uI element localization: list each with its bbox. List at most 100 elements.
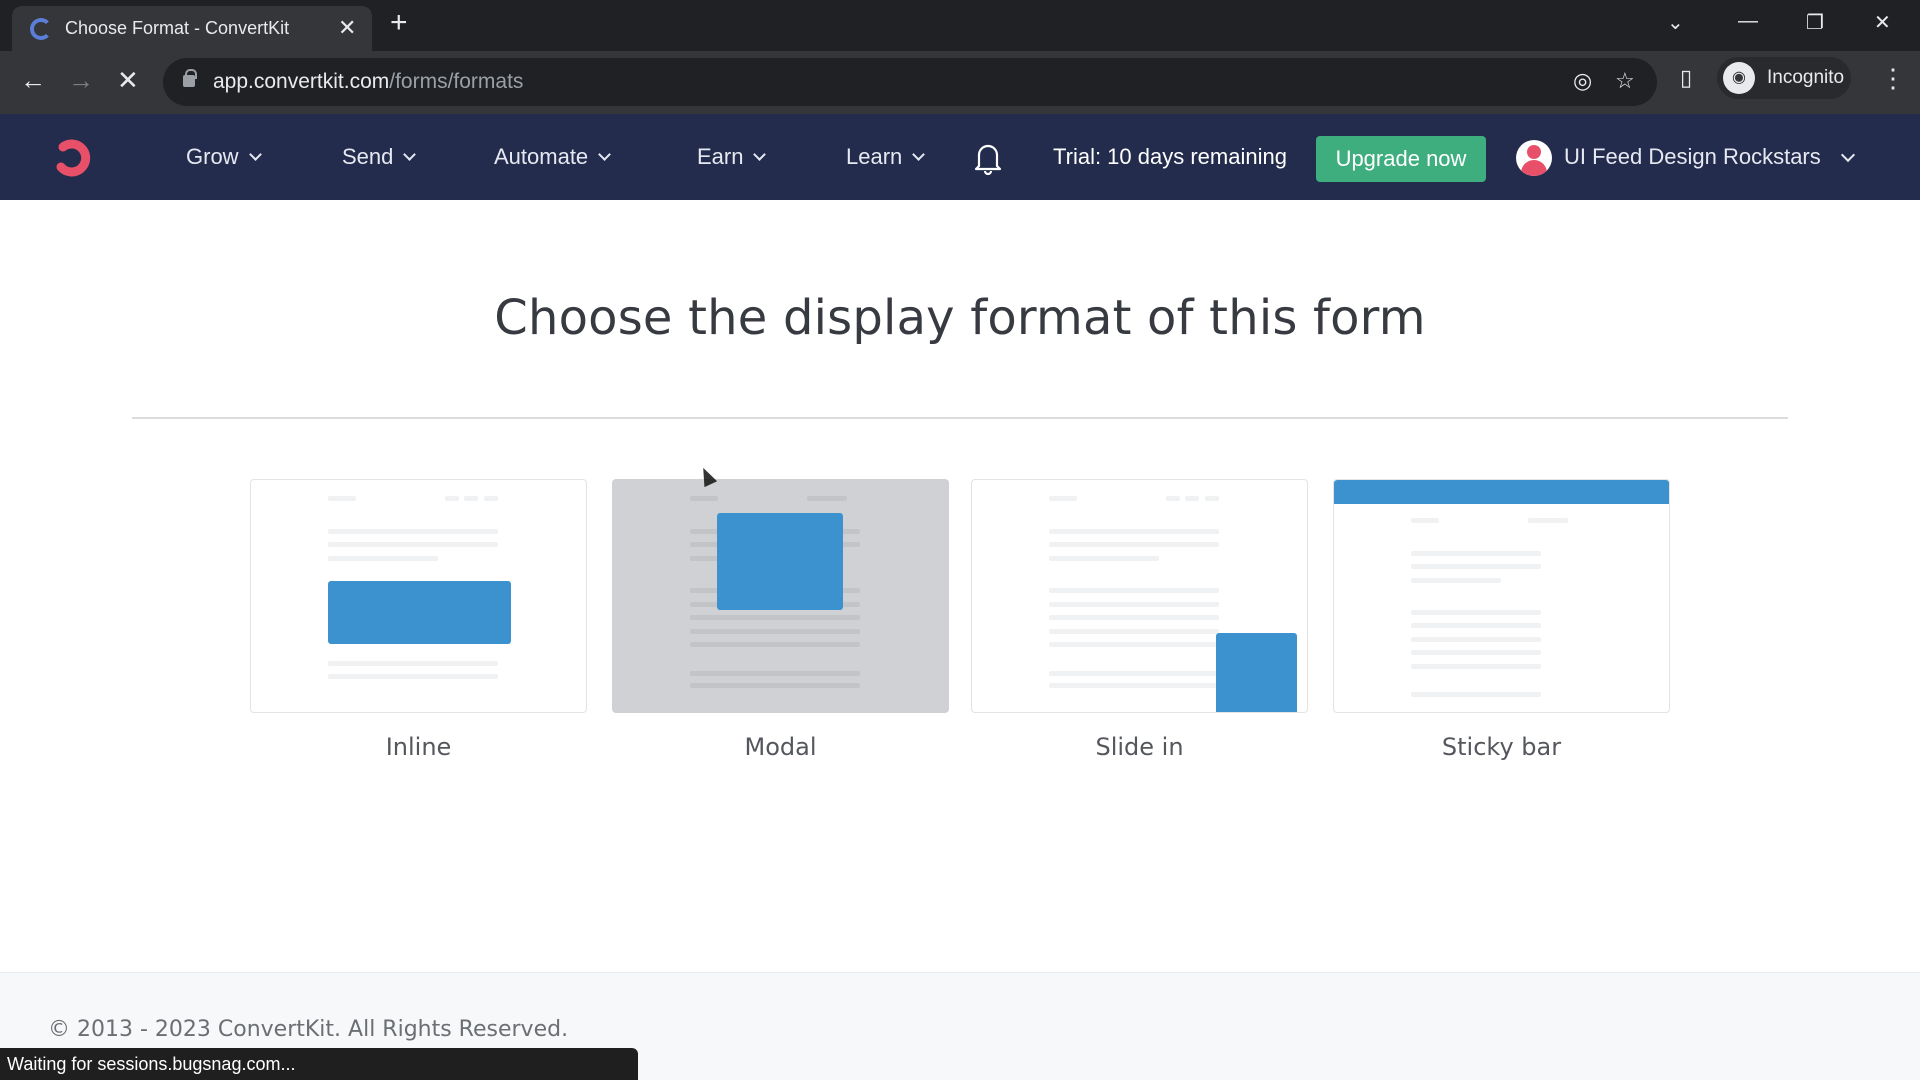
incognito-profile-button[interactable]: ◉ Incognito	[1717, 57, 1851, 99]
new-tab-button[interactable]: +	[390, 8, 408, 38]
account-name[interactable]: UI Feed Design Rockstars	[1564, 144, 1821, 170]
placeholder-text-line	[690, 615, 860, 620]
tab-title: Choose Format - ConvertKit	[65, 18, 290, 38]
notifications-bell-icon[interactable]	[974, 141, 1002, 175]
avatar-body	[1521, 160, 1547, 176]
copyright-text: © 2013 - 2023 ConvertKit. All Rights Res…	[48, 1017, 569, 1042]
lock-icon[interactable]	[183, 69, 197, 87]
placeholder-text-line	[1049, 529, 1219, 534]
app-navbar: Grow Send Automate Earn Learn Trial: 10 …	[0, 114, 1920, 200]
placeholder-text-line	[445, 496, 459, 501]
incognito-label: Incognito	[1767, 67, 1845, 88]
browser-menu-icon[interactable]: ⋮	[1880, 63, 1906, 94]
url-host: app.convertkit.com	[213, 70, 390, 93]
placeholder-text-line	[1049, 556, 1159, 561]
placeholder-text-line	[1049, 683, 1219, 688]
format-card-modal[interactable]	[612, 479, 949, 713]
inline-form-block	[328, 581, 511, 644]
url-text[interactable]: app.convertkit.com/forms/formats	[213, 70, 523, 94]
browser-toolbar: ← → ✕ app.convertkit.com/forms/formats ◎…	[0, 51, 1920, 114]
upgrade-now-button[interactable]: Upgrade now	[1316, 136, 1486, 182]
placeholder-text-line	[690, 642, 860, 647]
side-panel-icon[interactable]: ▯	[1680, 65, 1692, 91]
placeholder-text-line	[1411, 637, 1541, 642]
placeholder-text-line	[1411, 518, 1439, 523]
browser-status-bar: Waiting for sessions.bugsnag.com...	[0, 1048, 638, 1080]
chevron-down-icon	[912, 148, 926, 161]
placeholder-text-line	[1528, 518, 1568, 523]
placeholder-text-line	[328, 674, 498, 679]
nav-earn[interactable]: Earn	[697, 144, 767, 170]
minimize-icon[interactable]: —	[1738, 10, 1758, 33]
nav-automate[interactable]: Automate	[494, 144, 612, 170]
incognito-icon: ◉	[1723, 62, 1755, 94]
trial-status: Trial: 10 days remaining	[1053, 144, 1287, 169]
nav-grow[interactable]: Grow	[186, 144, 262, 170]
format-label-modal[interactable]: Modal	[612, 733, 949, 761]
browser-tab[interactable]: Choose Format - ConvertKit ✕	[12, 6, 372, 51]
back-icon[interactable]: ←	[20, 65, 46, 95]
placeholder-text-line	[1205, 496, 1219, 501]
sticky-bar-block	[1334, 480, 1669, 504]
account-avatar[interactable]	[1516, 140, 1552, 176]
placeholder-text-line	[1411, 623, 1541, 628]
modal-form-block	[717, 513, 843, 610]
placeholder-text-line	[1411, 650, 1541, 655]
restore-icon[interactable]: ❐	[1806, 10, 1824, 35]
chevron-down-icon	[598, 148, 612, 161]
nav-label: Learn	[846, 144, 903, 169]
placeholder-text-line	[1411, 578, 1501, 583]
bookmark-star-icon[interactable]: ☆	[1615, 68, 1635, 94]
nav-label: Send	[342, 144, 394, 169]
stop-loading-icon[interactable]: ✕	[117, 65, 139, 95]
placeholder-text-line	[1049, 602, 1219, 607]
placeholder-text-line	[1185, 496, 1199, 501]
format-label-slide-in[interactable]: Slide in	[971, 733, 1308, 761]
chevron-down-icon	[753, 148, 767, 161]
placeholder-text-line	[690, 496, 718, 501]
page-title: Choose the display format of this form	[494, 290, 1426, 346]
format-card-sticky-bar[interactable]	[1333, 479, 1670, 713]
chevron-down-icon	[248, 148, 262, 161]
placeholder-text-line	[1411, 564, 1541, 569]
placeholder-text-line	[1411, 551, 1541, 556]
nav-learn[interactable]: Learn	[846, 144, 926, 170]
format-card-inline[interactable]	[250, 479, 587, 713]
placeholder-text-line	[1049, 671, 1219, 676]
chevron-down-icon	[403, 148, 417, 161]
placeholder-text-line	[1049, 642, 1219, 647]
placeholder-text-line	[484, 496, 498, 501]
placeholder-text-line	[1049, 542, 1219, 547]
format-label-sticky-bar[interactable]: Sticky bar	[1333, 733, 1670, 761]
tab-search-icon[interactable]: ⌄	[1667, 10, 1684, 35]
convertkit-logo-icon[interactable]	[47, 137, 95, 179]
window-close-icon[interactable]: ✕	[1874, 10, 1891, 35]
forward-icon[interactable]: →	[68, 65, 94, 95]
placeholder-text-line	[1411, 692, 1541, 697]
placeholder-text-line	[328, 496, 356, 501]
nav-label: Grow	[186, 144, 239, 169]
nav-label: Automate	[494, 144, 589, 169]
placeholder-text-line	[1411, 610, 1541, 615]
placeholder-text-line	[1049, 615, 1219, 620]
browser-tab-strip: Choose Format - ConvertKit ✕ + ⌄ — ❐ ✕	[0, 0, 1920, 51]
placeholder-text-line	[328, 661, 498, 666]
address-bar[interactable]: app.convertkit.com/forms/formats ◎ ☆	[163, 58, 1657, 106]
divider	[132, 417, 1788, 419]
placeholder-text-line	[1049, 496, 1077, 501]
format-label-inline[interactable]: Inline	[250, 733, 587, 761]
avatar-head	[1527, 145, 1541, 159]
nav-send[interactable]: Send	[342, 144, 417, 170]
tracking-blocked-icon[interactable]: ◎	[1573, 68, 1592, 94]
placeholder-text-line	[328, 529, 498, 534]
format-card-slide-in[interactable]	[971, 479, 1308, 713]
tab-close-icon[interactable]: ✕	[338, 15, 356, 41]
placeholder-text-line	[690, 671, 860, 676]
slide-in-form-block	[1216, 633, 1297, 712]
placeholder-text-line	[807, 496, 847, 501]
nav-label: Earn	[697, 144, 744, 169]
placeholder-text-line	[690, 683, 860, 688]
placeholder-text-line	[1166, 496, 1180, 501]
placeholder-text-line	[1049, 588, 1219, 593]
account-chevron-down-icon[interactable]	[1840, 147, 1856, 163]
